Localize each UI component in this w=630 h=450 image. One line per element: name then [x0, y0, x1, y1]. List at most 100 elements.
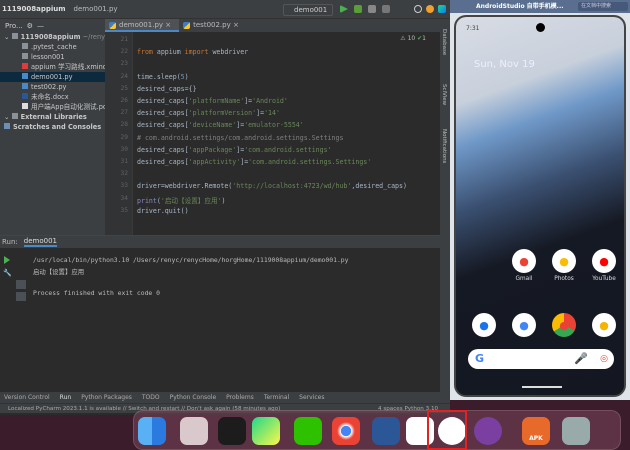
folder-icon — [22, 53, 28, 59]
google-search-bar[interactable]: G 🎤 ◎ — [468, 349, 614, 369]
app-phone-icon[interactable]: ● — [472, 313, 496, 337]
rerun-icon[interactable] — [4, 256, 10, 264]
check-count: 1 — [422, 35, 426, 42]
tree-item[interactable]: appium 学习路线.xmind — [0, 62, 107, 72]
jetbrains-icon[interactable] — [438, 5, 446, 13]
soft-wrap-icon[interactable] — [16, 280, 26, 289]
python-icon — [22, 73, 28, 79]
dock-finder-icon[interactable] — [138, 417, 166, 445]
tree-item-label: lesson001 — [31, 53, 65, 61]
dock-terminal-icon[interactable] — [218, 417, 246, 445]
tree-item[interactable]: 未命名.docx — [0, 92, 105, 102]
tree-item[interactable]: Scratches and Consoles — [0, 122, 105, 132]
code-line[interactable]: driver=webdriver.Remote('http://localhos… — [137, 182, 407, 190]
run-config-select[interactable]: demo001 — [283, 4, 333, 16]
sciview-tab[interactable]: SciView — [441, 84, 447, 105]
line-number: 25 — [120, 84, 128, 92]
xmind-icon — [22, 63, 28, 69]
phone-screen[interactable]: 7:31 Sun, Nov 19 ● Gmail ● Photos ● YouTube ● ●… — [454, 15, 626, 397]
code-editor[interactable]: 21 22 23 24 25 26 27 28 29 30 31 32 33 34 35 ⚠ 10 ✔1 f… — [105, 32, 440, 235]
tool-tab-version-control[interactable]: Version Control — [4, 392, 50, 403]
code-line[interactable]: desired_caps['appActivity']='com.android… — [137, 158, 371, 166]
code-line[interactable]: desired_caps['platformVersion']='14' — [137, 109, 280, 117]
tool-tab-python-console[interactable]: Python Console — [170, 392, 217, 403]
tree-item[interactable]: lesson001 — [0, 52, 105, 62]
app-label: Photos — [554, 276, 574, 282]
tool-tab-services[interactable]: Services — [299, 392, 324, 403]
tool-tab-terminal[interactable]: Terminal — [264, 392, 289, 403]
tab-test002[interactable]: test002.py × — [179, 19, 247, 32]
tool-tab-python-packages[interactable]: Python Packages — [81, 392, 132, 403]
database-tab[interactable]: Database — [441, 29, 447, 55]
gesture-bar[interactable] — [522, 386, 562, 388]
code-line[interactable]: desired_caps['deviceName']='emulator-555… — [137, 121, 304, 129]
scroll-to-end-icon[interactable] — [16, 292, 26, 301]
debug-icon[interactable] — [354, 5, 362, 13]
mic-icon[interactable]: 🎤 — [574, 349, 588, 369]
tab-demo001[interactable]: demo001.py × — [105, 19, 180, 32]
app-gmail-icon[interactable]: ● — [512, 249, 536, 273]
code-line[interactable]: driver.quit() — [137, 207, 189, 215]
python-icon — [22, 83, 28, 89]
line-number: 27 — [120, 109, 128, 117]
code-line[interactable]: time.sleep(5) — [137, 73, 189, 81]
code-line[interactable]: print('启动【设置】应用') — [137, 195, 226, 205]
wallpaper — [456, 17, 624, 395]
gear-icon[interactable]: ⚙ — [27, 22, 33, 30]
editor-tabs: demo001.py × test002.py × — [105, 19, 440, 32]
dock-pycharm-icon[interactable] — [252, 417, 280, 445]
dock-chrome-icon[interactable] — [332, 417, 360, 445]
app-chrome-icon[interactable]: ● — [552, 313, 576, 337]
line-number: 23 — [120, 60, 128, 68]
dock-unknown-icon[interactable] — [474, 417, 502, 445]
line-number: 30 — [120, 145, 128, 153]
tool-tab-problems[interactable]: Problems — [226, 392, 254, 403]
lens-icon[interactable]: ◎ — [600, 349, 608, 369]
app-youtube-icon[interactable]: ● — [592, 249, 616, 273]
dock-launchpad-icon[interactable] — [180, 417, 208, 445]
tool-window-bar: Version Control Run Python Packages TODO Pyt… — [0, 392, 450, 403]
wrench-icon[interactable]: 🔧 — [3, 269, 12, 277]
update-icon[interactable] — [426, 5, 434, 13]
tree-item[interactable]: demo001.py — [0, 72, 105, 82]
tool-tab-run[interactable]: Run — [60, 392, 72, 403]
app-messages-icon[interactable]: ● — [512, 313, 536, 337]
tree-item[interactable]: ⌄ External Libraries — [0, 112, 105, 122]
profile-icon[interactable] — [382, 5, 390, 13]
tree-item-label: appium 学习路线.xmind — [31, 63, 107, 71]
tree-item[interactable]: 用户端App自动化测试.pdf — [0, 102, 109, 112]
breadcrumb-file[interactable]: demo001.py — [74, 5, 118, 13]
run-tab-demo001[interactable]: demo001 — [23, 237, 57, 247]
tree-item-label: 未命名.docx — [31, 93, 69, 101]
dock-word-icon[interactable] — [372, 417, 400, 445]
line-gutter: 21 22 23 24 25 26 27 28 29 30 31 32 33 34 35 — [105, 32, 133, 235]
code-line[interactable]: desired_caps['platformName']='Android' — [137, 97, 288, 105]
scratch-icon — [4, 123, 10, 129]
breadcrumb-project[interactable]: 1119008appium — [2, 5, 66, 13]
document-search-input[interactable]: 在文档中搜索 — [578, 2, 628, 11]
app-camera-icon[interactable]: ● — [592, 313, 616, 337]
tree-item-label: .pytest_cache — [31, 43, 77, 51]
search-icon[interactable] — [414, 5, 422, 13]
code-line[interactable]: # com.android.settings/com.android.setti… — [137, 134, 343, 142]
tree-item[interactable]: ⌄ 1119008appium ~/renycHo — [0, 32, 118, 42]
notifications-tab[interactable]: Notifications — [441, 129, 447, 163]
code-line[interactable]: desired_caps['appPackage']='com.android.… — [137, 146, 332, 154]
line-number: 26 — [120, 97, 128, 104]
tree-item[interactable]: test002.py — [0, 82, 105, 92]
app-photos-icon[interactable]: ● — [552, 249, 576, 273]
dock-apk-icon[interactable]: APK — [522, 417, 550, 445]
coverage-icon[interactable] — [368, 5, 376, 13]
dock-wechat-icon[interactable] — [294, 417, 322, 445]
minimize-icon[interactable]: — — [37, 22, 44, 30]
code-line[interactable]: from appium import webdriver — [137, 48, 248, 56]
code-line[interactable]: desired_caps={} — [137, 85, 197, 93]
project-panel-title[interactable]: Pro... — [5, 22, 23, 30]
dock-trash-icon[interactable] — [562, 417, 590, 445]
pdf-icon — [22, 103, 28, 109]
console-line: 启动【设置】应用 — [33, 268, 85, 276]
inspection-status[interactable]: ⚠ 10 ✔1 — [400, 35, 426, 42]
tool-tab-todo[interactable]: TODO — [142, 392, 160, 403]
date-widget[interactable]: Sun, Nov 19 — [474, 59, 535, 70]
tree-item[interactable]: .pytest_cache — [0, 42, 105, 52]
